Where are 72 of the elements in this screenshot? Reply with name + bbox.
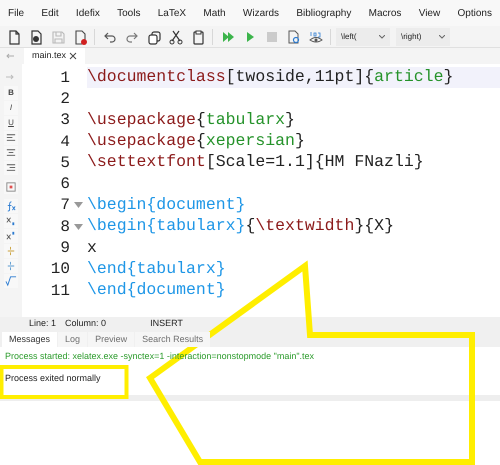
- file-tab[interactable]: main.tex: [24, 48, 86, 64]
- code-line: \usepackage{xepersian}: [87, 130, 306, 152]
- panel-tab[interactable]: Preview: [88, 332, 134, 347]
- menu-item[interactable]: File: [8, 6, 24, 20]
- bold-button[interactable]: B: [4, 86, 18, 100]
- column-indicator: Column: 0: [65, 317, 106, 330]
- line-number: 1: [59, 68, 70, 89]
- code-line: \end{tabularx}: [87, 258, 227, 280]
- align-right-icon: [5, 162, 17, 174]
- subscript-icon: [5, 215, 17, 227]
- copy-icon: [146, 28, 162, 44]
- line-number: 7: [59, 195, 70, 216]
- subscript-button[interactable]: [4, 214, 18, 228]
- dropdown-caret-icon: [379, 34, 385, 38]
- align-center-button[interactable]: [4, 146, 18, 160]
- mode-indicator: INSERT: [150, 317, 183, 330]
- code-line: \settextfont[Scale=1.1]{HM FNazli}: [87, 152, 425, 174]
- line-number: 8: [59, 216, 70, 238]
- fraction-icon: [5, 245, 17, 257]
- line-number: 11: [50, 280, 70, 302]
- fraction-button[interactable]: [4, 259, 18, 273]
- menu-item[interactable]: Bibliography: [296, 6, 352, 20]
- line-number: 2: [59, 88, 70, 110]
- save-icon: [50, 28, 66, 44]
- code-line: \begin{document}: [87, 194, 246, 216]
- superscript-button[interactable]: [4, 229, 18, 243]
- square-root-button[interactable]: [4, 274, 18, 288]
- line-number: 4: [59, 132, 70, 153]
- panel-tab[interactable]: Log: [58, 332, 88, 347]
- image-button[interactable]: [4, 180, 18, 194]
- dropdown-caret-icon: [439, 34, 445, 38]
- align-center-icon: [5, 147, 17, 159]
- menu-item[interactable]: Math: [203, 6, 226, 20]
- menu-item[interactable]: Edit: [41, 6, 59, 20]
- line-number: 3: [59, 110, 70, 132]
- code-line: \end{document}: [87, 280, 227, 302]
- menu-item[interactable]: LaTeX: [158, 6, 186, 20]
- scissors-icon: [168, 28, 184, 44]
- code-line: \usepackage{tabularx}: [87, 110, 296, 131]
- menu-item[interactable]: View: [418, 6, 440, 20]
- align-right-button[interactable]: [4, 161, 18, 175]
- align-left-button[interactable]: [4, 131, 18, 145]
- code-line: \begin{tabularx}{\textwidth}{X}: [87, 216, 395, 238]
- panel-tab[interactable]: Messages: [2, 332, 58, 347]
- menu-item[interactable]: Options: [458, 6, 492, 20]
- fold-triangle-icon[interactable]: [74, 202, 83, 208]
- superscript-icon: [5, 230, 17, 242]
- fraction-icon: [5, 260, 17, 272]
- line-number: 5: [59, 152, 70, 174]
- function-button[interactable]: [4, 199, 18, 213]
- menu-item[interactable]: Wizards: [242, 6, 280, 20]
- italic-button[interactable]: I: [4, 101, 18, 115]
- menu-item[interactable]: Idefix: [76, 6, 100, 20]
- align-left-icon: [5, 132, 17, 144]
- menu-item[interactable]: Macros: [368, 6, 402, 20]
- square-root-icon: [5, 275, 17, 287]
- close-icon[interactable]: [69, 52, 78, 60]
- symbol-dropdown[interactable]: \right): [396, 28, 450, 46]
- code-line: x: [87, 237, 98, 259]
- menu-item[interactable]: Tools: [117, 6, 140, 20]
- fold-triangle-icon[interactable]: [74, 224, 83, 230]
- line-number: 10: [50, 259, 70, 280]
- message-line: Process exited normally: [5, 372, 101, 385]
- panel-tab[interactable]: Search Results: [135, 332, 210, 347]
- document-magnifier-icon: [286, 28, 302, 44]
- function-icon: [5, 200, 17, 212]
- line-number: 6: [59, 174, 70, 196]
- underline-button[interactable]: U: [4, 116, 18, 130]
- line-number: 9: [59, 238, 70, 260]
- image-icon: [5, 181, 17, 193]
- line-indicator: Line: 1: [29, 317, 56, 330]
- symbol-dropdown[interactable]: \left(: [336, 28, 390, 46]
